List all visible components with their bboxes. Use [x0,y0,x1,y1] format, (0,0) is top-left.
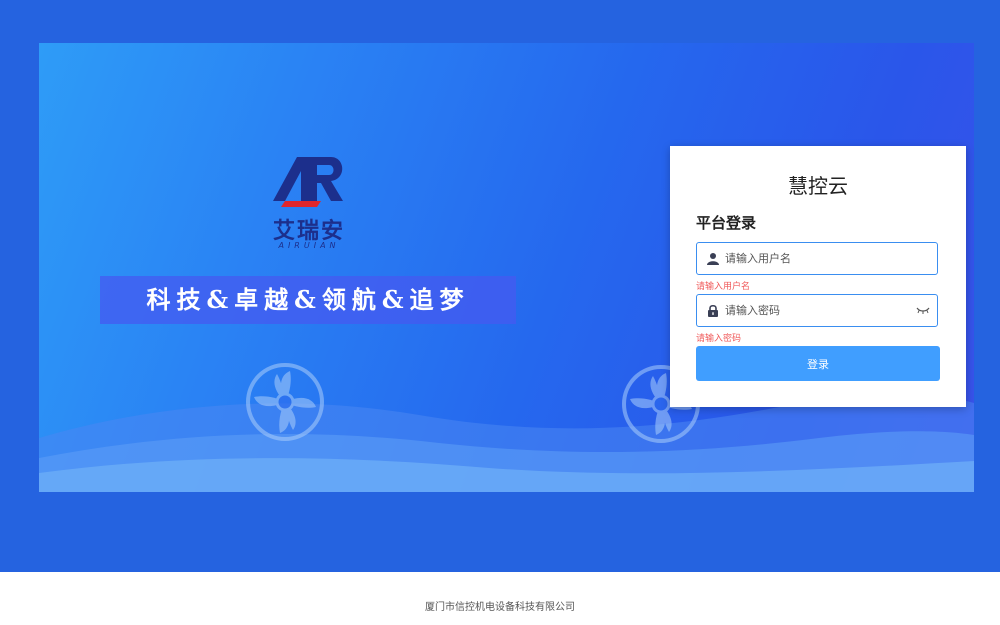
login-card: 慧控云 平台登录 请输入用户名 请输入密码 登录 [670,146,966,407]
username-input[interactable] [725,243,915,274]
password-field[interactable] [696,294,938,327]
company-logo: 艾瑞安 AIRUIAN [267,151,351,250]
password-error: 请输入密码 [696,334,742,344]
user-icon [707,253,719,265]
brand-name-en: AIRUIAN [278,241,340,250]
fan-icon [246,363,324,441]
logo-mark [273,157,343,207]
password-input[interactable] [725,295,915,326]
eye-closed-icon[interactable] [916,305,930,315]
login-button[interactable]: 登录 [696,346,940,381]
app-title: 慧控云 [788,174,848,198]
login-heading: 平台登录 [696,214,757,232]
lock-icon [708,304,718,317]
username-field[interactable] [696,242,938,275]
slogan-banner: 科技&卓越&领航&追梦 [100,276,516,324]
username-error: 请输入用户名 [696,282,751,292]
footer-company: 厦门市信控机电设备科技有限公司 [425,602,575,613]
